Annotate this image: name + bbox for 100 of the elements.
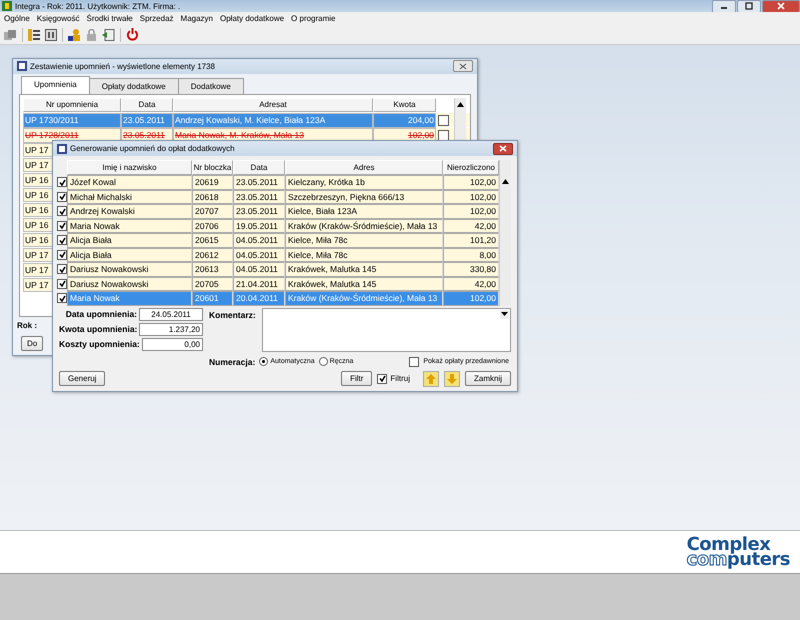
table-cell: 20601 (192, 291, 233, 306)
table-cell: Andrzej Kowalski, M. Kielce, Biała 123A (173, 112, 373, 128)
close-icon (459, 62, 467, 70)
table-cell: Kraków (Kraków-Śródmieście), Mała 13 (285, 218, 443, 233)
menu-item[interactable]: O programie (291, 14, 336, 23)
copy-icon[interactable] (3, 28, 17, 40)
maximize-button[interactable] (737, 0, 761, 12)
table-cell: 04.05.2011 (233, 262, 285, 276)
close-icon (499, 145, 507, 152)
window-title: Zestawienie upomnień - wyświetlone elementy 1738 (30, 62, 215, 71)
column-header[interactable]: Nierozliczono (443, 160, 499, 175)
table-cell: 04.05.2011 (233, 233, 285, 248)
checkbox[interactable] (438, 114, 449, 126)
tab[interactable]: Upomnienia (21, 76, 90, 94)
minimize-button[interactable] (712, 0, 736, 12)
input-field[interactable]: 1.237,20 (139, 322, 203, 336)
table-cell: 20705 (192, 276, 233, 291)
menu-item[interactable]: Opłaty dodatkowe (220, 14, 284, 23)
checkbox[interactable] (57, 264, 67, 274)
close-button[interactable] (762, 0, 800, 12)
table-cell: Kraków (Kraków-Śródmieście), Mała 13 (285, 291, 443, 306)
users-icon[interactable] (68, 28, 81, 40)
table-cell: Kielce, Miła 78c (285, 248, 443, 262)
table-cell: 23.05.2011 (121, 112, 173, 128)
checkbox[interactable] (57, 278, 67, 289)
table-cell: 330,80 (443, 262, 499, 276)
table-cell: 04.05.2011 (233, 248, 285, 262)
column-header[interactable]: Imię i nazwisko (67, 160, 192, 175)
table-cell: Krakówek, Malutka 145 (285, 276, 443, 291)
table-cell: 23.05.2011 (233, 175, 285, 190)
menu-item[interactable]: Magazyn (180, 14, 213, 23)
window-icon (17, 61, 27, 72)
table-cell: Dariusz Nowakowski (67, 262, 192, 276)
table-cell: 20615 (192, 233, 233, 248)
scroll-up-icon[interactable] (457, 102, 464, 107)
table-cell: Alicja Biała (67, 248, 192, 262)
list-icon[interactable] (28, 28, 40, 40)
menu-item[interactable]: Środki trwałe (86, 14, 133, 23)
power-icon[interactable] (126, 28, 139, 41)
close-button[interactable] (493, 142, 513, 154)
table-cell: 20618 (192, 190, 233, 204)
column-header[interactable]: Data (233, 160, 285, 175)
checkbox[interactable] (57, 235, 67, 246)
checkbox[interactable] (57, 206, 67, 216)
tab[interactable]: Opłaty dodatkowe (88, 78, 179, 94)
table-cell: 102,00 (443, 291, 499, 306)
table-cell: UP 1730/2011 (23, 112, 121, 128)
dropdown-icon[interactable] (500, 310, 509, 318)
table-cell: Maria Nowak (67, 218, 192, 233)
maximize-icon (745, 2, 753, 10)
menu-item[interactable]: Sprzedaż (140, 14, 174, 23)
checkbox[interactable] (57, 250, 67, 260)
checkmark-icon (378, 375, 386, 382)
generate-button[interactable]: Generuj (59, 371, 106, 386)
table-cell: 204,00 (373, 112, 436, 128)
input-field[interactable]: 0,00 (142, 338, 203, 350)
column-header[interactable]: Adres (285, 160, 443, 175)
table-cell: Andrzej Kowalski (67, 204, 192, 218)
table-cell: 42,00 (443, 218, 499, 233)
column-header[interactable]: Nr bloczka (192, 160, 233, 175)
comment-field[interactable] (262, 308, 511, 352)
table-cell: 8,00 (443, 248, 499, 262)
menu-item[interactable]: Ogólne (4, 14, 30, 23)
table-cell: 20612 (192, 248, 233, 262)
table-cell: 102,00 (443, 204, 499, 218)
checkbox[interactable] (438, 130, 449, 141)
checkbox[interactable] (57, 192, 67, 202)
checkbox[interactable] (57, 220, 67, 231)
table-cell: 101,20 (443, 233, 499, 248)
scrollbar[interactable] (499, 160, 511, 306)
table-cell: Kielczany, Krótka 1b (285, 175, 443, 190)
column-header[interactable]: Nr upomnienia (23, 98, 121, 112)
column-header[interactable]: Adresat (173, 98, 373, 112)
table-cell: 20.04.2011 (233, 291, 285, 306)
close-button[interactable] (453, 60, 473, 72)
window-icon (57, 144, 67, 154)
logo: Complex computers (686, 537, 790, 567)
column-header[interactable]: Data (121, 98, 173, 112)
input-field[interactable]: 24.05.2011 (139, 308, 203, 320)
filter-button[interactable]: Filtr (341, 371, 372, 386)
menu-item[interactable]: Księgowość (36, 14, 80, 23)
table-cell: Józef Kowal (67, 175, 192, 190)
checkbox[interactable]: Filtruj (377, 374, 410, 384)
grid-icon[interactable] (45, 28, 57, 40)
table-cell: 20613 (192, 262, 233, 276)
table-cell: 19.05.2011 (233, 218, 285, 233)
tab[interactable]: Dodatkowe (178, 78, 244, 94)
close-button[interactable]: Zamknij (464, 371, 511, 386)
column-header[interactable]: Kwota (373, 98, 436, 112)
scroll-up-icon[interactable] (502, 179, 509, 184)
field-label: Kwota upomnienia: (59, 324, 138, 334)
checkbox[interactable] (57, 293, 67, 304)
table-cell: 23.05.2011 (233, 204, 285, 218)
table-cell: 20706 (192, 218, 233, 233)
checkbox[interactable] (57, 177, 67, 188)
document-icon[interactable] (102, 28, 115, 40)
table-cell: Maria Nowak (67, 291, 192, 306)
button[interactable]: Do (21, 336, 44, 351)
field-label: Koszty upomnienia: (59, 339, 140, 349)
table-cell: Dariusz Nowakowski (67, 276, 192, 291)
